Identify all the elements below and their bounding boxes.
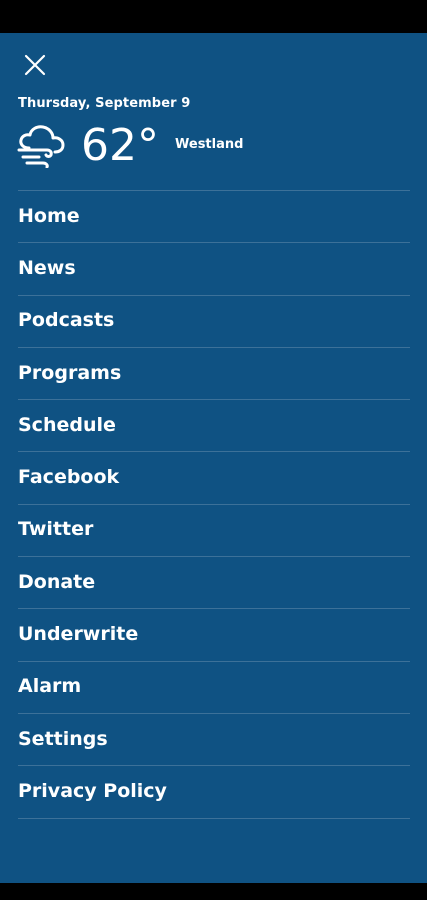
menu-item-news[interactable]: News	[18, 243, 410, 296]
menu-item-settings[interactable]: Settings	[18, 714, 410, 767]
menu-item-alarm[interactable]: Alarm	[18, 662, 410, 714]
menu-item-facebook[interactable]: Facebook	[18, 452, 410, 505]
temperature: 62°	[81, 120, 159, 171]
menu-item-donate[interactable]: Donate	[18, 557, 410, 610]
menu-item-schedule[interactable]: Schedule	[18, 400, 410, 453]
close-icon	[24, 54, 46, 76]
system-navigation-bar	[0, 883, 427, 900]
weather-location: Westland	[175, 136, 244, 152]
menu-item-twitter[interactable]: Twitter	[18, 505, 410, 558]
navigation-drawer: Thursday, September 9 62° Westland Home …	[0, 33, 427, 883]
current-date: Thursday, September 9	[18, 96, 191, 111]
windy-cloud-icon	[17, 125, 65, 168]
navigation-menu: Home News Podcasts Programs Schedule Fac…	[18, 190, 410, 819]
weather-widget: 62° Westland	[17, 121, 243, 171]
menu-item-home[interactable]: Home	[18, 191, 410, 244]
close-button[interactable]	[17, 47, 53, 83]
menu-item-underwrite[interactable]: Underwrite	[18, 609, 410, 662]
status-bar	[0, 0, 427, 33]
menu-item-podcasts[interactable]: Podcasts	[18, 296, 410, 348]
menu-item-programs[interactable]: Programs	[18, 348, 410, 401]
menu-item-privacy-policy[interactable]: Privacy Policy	[18, 766, 410, 819]
